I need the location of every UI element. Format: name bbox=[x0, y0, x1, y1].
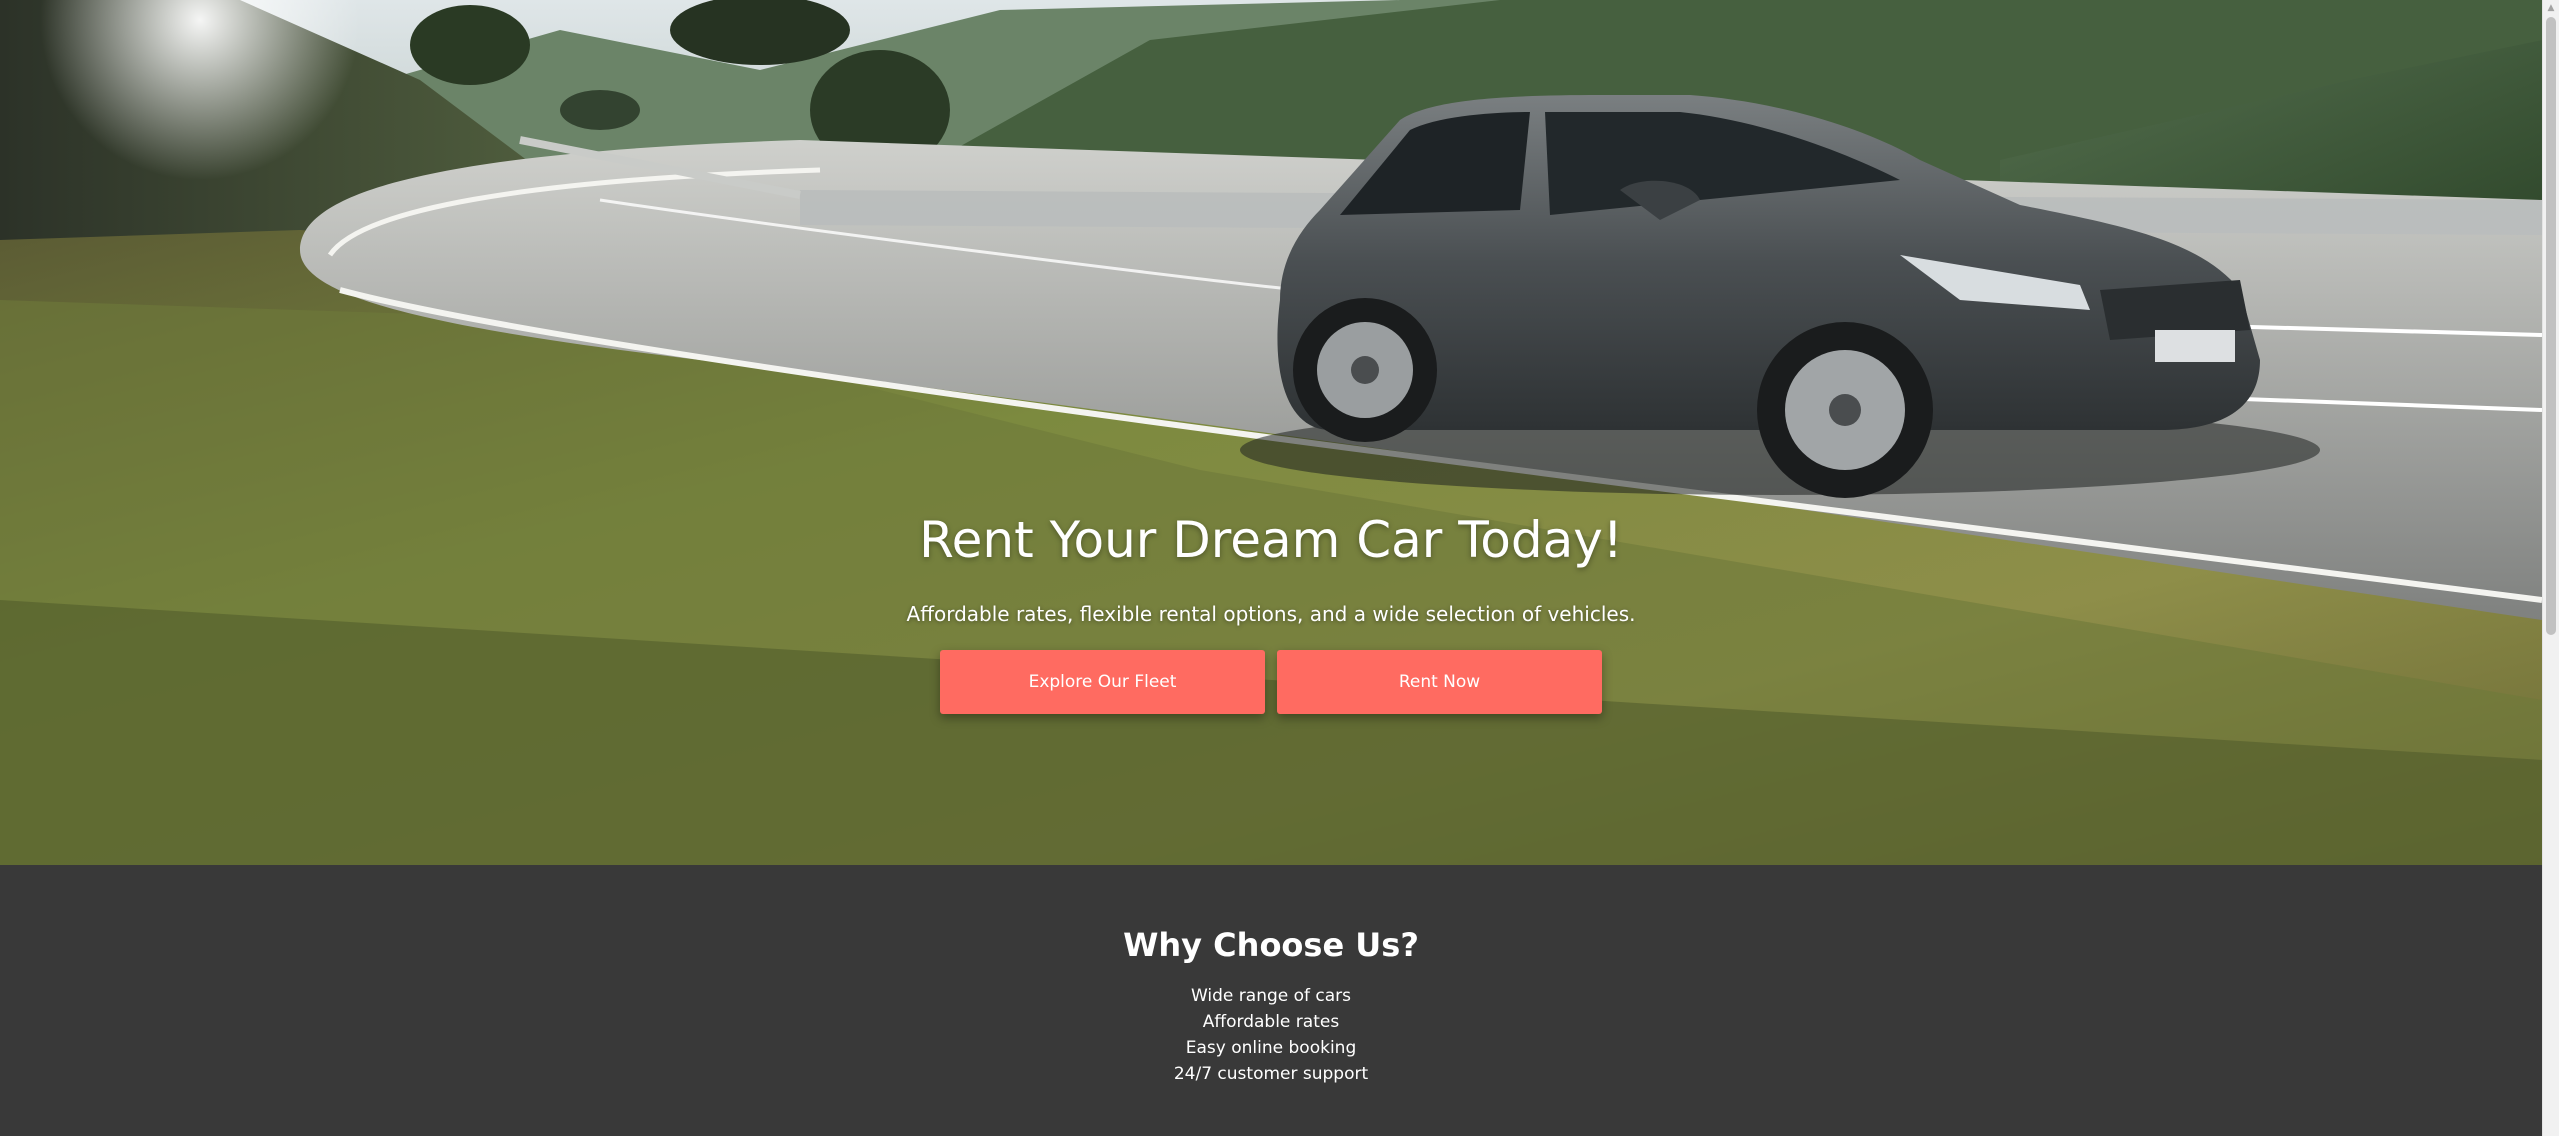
features-list: Wide range of cars Affordable rates Easy… bbox=[0, 983, 2542, 1087]
hero-subtitle: Affordable rates, flexible rental option… bbox=[906, 602, 1636, 626]
explore-fleet-button[interactable]: Explore Our Fleet bbox=[940, 650, 1265, 714]
feature-item: Easy online booking bbox=[1185, 1038, 1357, 1058]
feature-item: Affordable rates bbox=[1202, 1012, 1340, 1032]
feature-item: Wide range of cars bbox=[1190, 986, 1352, 1006]
scrollbar-thumb[interactable] bbox=[2546, 17, 2556, 635]
hero-title: Rent Your Dream Car Today! bbox=[919, 511, 1623, 569]
why-choose-us-title: Why Choose Us? bbox=[1123, 926, 1419, 964]
hero-content: Rent Your Dream Car Today! Affordable ra… bbox=[0, 0, 2542, 865]
hero-cta-group: Explore Our Fleet Rent Now bbox=[940, 650, 1602, 714]
rent-now-button[interactable]: Rent Now bbox=[1277, 650, 1602, 714]
vertical-scrollbar[interactable]: ▲ bbox=[2542, 0, 2559, 1136]
hero-section: Rent Your Dream Car Today! Affordable ra… bbox=[0, 0, 2542, 865]
page: Rent Your Dream Car Today! Affordable ra… bbox=[0, 0, 2559, 1136]
why-choose-us-section: Why Choose Us? Wide range of cars Afford… bbox=[0, 865, 2542, 1136]
chevron-up-icon[interactable]: ▲ bbox=[2543, 0, 2559, 16]
feature-item: 24/7 customer support bbox=[1173, 1064, 1369, 1084]
